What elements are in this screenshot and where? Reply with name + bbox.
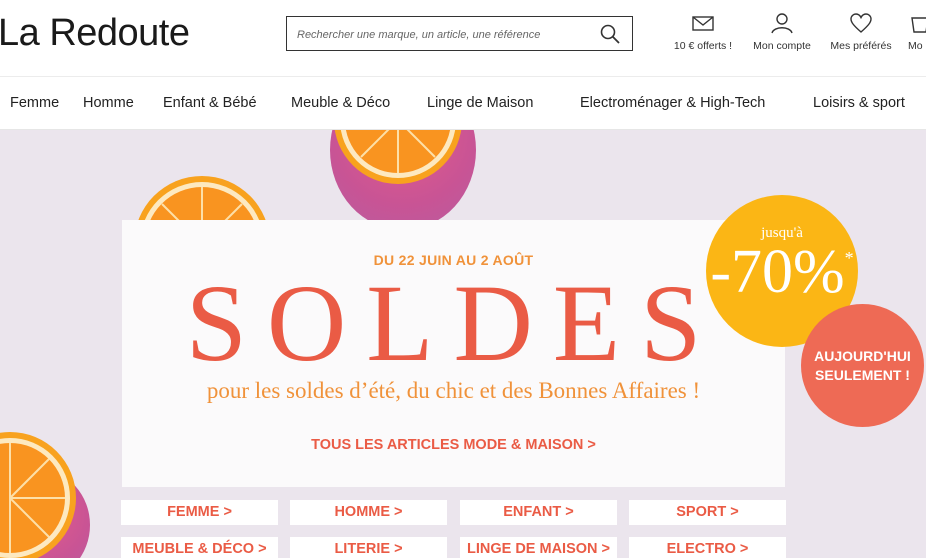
category-femme-button[interactable]: FEMME > [121,500,278,525]
category-sport-button[interactable]: SPORT > [629,500,786,525]
main-nav: Femme Homme Enfant & Bébé Meuble & Déco … [0,77,926,130]
category-literie-button[interactable]: LITERIE > [290,537,447,558]
all-items-link[interactable]: TOUS LES ARTICLES MODE & MAISON > [122,437,785,453]
search-input[interactable] [295,25,589,45]
category-electro-button[interactable]: ELECTRO > [629,537,786,558]
category-meuble-deco-button[interactable]: MEUBLE & DÉCO > [121,537,278,558]
category-enfant-button[interactable]: ENFANT > [460,500,617,525]
offer-link[interactable]: 10 € offerts ! [668,12,738,52]
search-box[interactable] [286,16,633,51]
sales-title: SOLDES [185,262,722,384]
category-linge-maison-button[interactable]: LINGE DE MAISON > [460,537,617,558]
today-only-text: AUJOURD'HUI SEULEMENT ! [814,348,911,383]
nav-item-homme[interactable]: Homme [83,95,134,111]
today-only-badge: AUJOURD'HUI SEULEMENT ! [801,304,924,427]
offer-link-label: 10 € offerts ! [673,40,733,52]
favorites-link[interactable]: Mes préférés [826,12,896,52]
nav-item-linge-de-maison[interactable]: Linge de Maison [427,95,533,111]
cart-icon [911,17,926,33]
cart-link-label: Mo [908,40,923,52]
favorites-link-label: Mes préférés [830,40,892,52]
sales-banner[interactable]: DU 22 JUIN AU 2 AOÛT SOLDES pour les sol… [0,130,926,558]
discount-percent-wrap: -70%* [706,241,858,303]
envelope-icon [692,16,714,31]
site-header: La Redoute 10 € offerts ! Mon compte Mes… [0,0,926,77]
discount-percent: -70% [710,238,845,306]
nav-item-enfant-bebe[interactable]: Enfant & Bébé [163,95,257,111]
orange-slice-image [0,432,76,558]
nav-item-meuble-deco[interactable]: Meuble & Déco [291,95,390,111]
heart-icon [850,13,872,33]
orange-slice-image [334,130,462,184]
nav-item-loisirs-sport[interactable]: Loisirs & sport [813,95,905,111]
account-link[interactable]: Mon compte [749,12,815,52]
cart-link[interactable]: Mo [908,12,926,52]
logo[interactable]: La Redoute [0,12,190,55]
sales-card: DU 22 JUIN AU 2 AOÛT SOLDES pour les sol… [122,220,785,487]
user-icon [771,13,793,34]
category-homme-button[interactable]: HOMME > [290,500,447,525]
search-icon[interactable] [600,24,620,44]
nav-item-electromenager[interactable]: Electroménager & High-Tech [580,95,765,111]
nav-item-femme[interactable]: Femme [10,95,59,111]
sales-tagline: pour les soldes d’été, du chic et des Bo… [206,378,701,403]
discount-asterisk: * [844,248,854,269]
account-link-label: Mon compte [753,40,811,52]
